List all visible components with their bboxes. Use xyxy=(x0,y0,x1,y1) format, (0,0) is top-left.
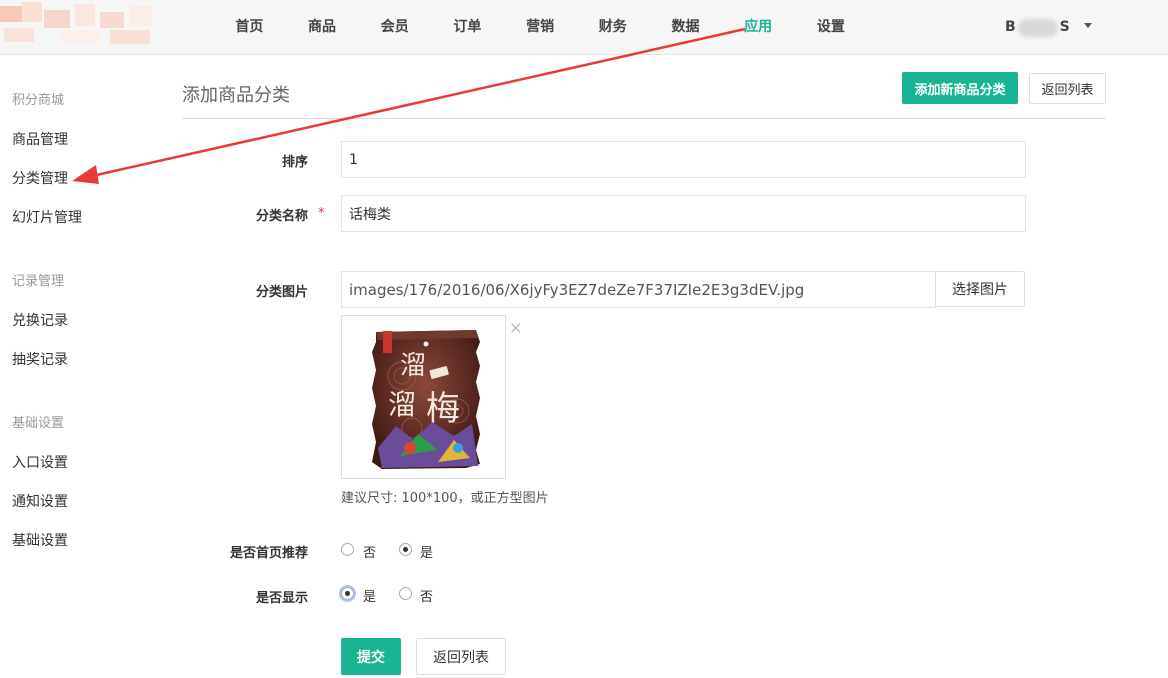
sidebar-group-title-points-mall: 积分商城 xyxy=(12,93,65,108)
back-to-list-bottom-button[interactable]: 返回列表 xyxy=(416,638,506,675)
package-char-1: 溜 xyxy=(400,351,426,381)
sidebar-item-exchange-records[interactable]: 兑换记录 xyxy=(12,310,68,330)
sidebar-item-goods-manage[interactable]: 商品管理 xyxy=(12,129,68,149)
nav-orders[interactable]: 订单 xyxy=(431,0,504,55)
sidebar-group-title-records: 记录管理 xyxy=(12,274,65,289)
homepage-recommend-label: 是否首页推荐 xyxy=(229,546,308,561)
order-input[interactable]: 1 xyxy=(341,141,1026,178)
category-name-input[interactable]: 话梅类 xyxy=(341,195,1026,232)
nav-home[interactable]: 首页 xyxy=(213,0,286,55)
product-package-image: 溜 溜 梅 xyxy=(372,330,480,469)
top-navbar: 首页 商品 会员 订单 营销 财务 数据 应用 设置 B S xyxy=(0,0,1168,55)
nav-apps[interactable]: 应用 xyxy=(722,0,795,55)
submit-button[interactable]: 提交 xyxy=(341,638,401,675)
nav-members[interactable]: 会员 xyxy=(358,0,431,55)
nav-data[interactable]: 数据 xyxy=(649,0,722,55)
image-size-hint: 建议尺寸: 100*100，或正方型图片 xyxy=(341,491,549,506)
package-char-2: 溜 xyxy=(388,388,416,421)
image-path-input[interactable]: images/176/2016/06/X6jyFy3EZ7deZe7F37IZI… xyxy=(341,271,936,308)
required-asterisk: * xyxy=(318,206,325,221)
sidebar-item-slides-manage[interactable]: 幻灯片管理 xyxy=(12,207,82,227)
nav-goods[interactable]: 商品 xyxy=(286,0,359,55)
caret-down-icon xyxy=(1083,23,1092,28)
recommend-no-label[interactable]: 否 xyxy=(363,542,376,561)
page-title: 添加商品分类 xyxy=(182,85,290,106)
blurred-logo xyxy=(0,2,160,46)
display-yes-radio[interactable] xyxy=(341,587,354,600)
image-preview: 溜 溜 梅 xyxy=(341,315,506,479)
nav-finance[interactable]: 财务 xyxy=(576,0,649,55)
user-menu[interactable]: B S xyxy=(1005,0,1092,55)
nav-settings[interactable]: 设置 xyxy=(795,0,868,55)
user-name-suffix: S xyxy=(1059,19,1070,35)
category-name-label: 分类名称 xyxy=(255,209,308,224)
sidebar-item-basic-settings[interactable]: 基础设置 xyxy=(12,530,68,550)
nav-marketing[interactable]: 营销 xyxy=(504,0,577,55)
user-name-blur xyxy=(1017,18,1058,37)
sidebar-group-title-basic: 基础设置 xyxy=(12,416,65,431)
display-label: 是否显示 xyxy=(255,591,308,606)
user-name-prefix: B xyxy=(1005,19,1016,35)
main-nav: 首页 商品 会员 订单 营销 财务 数据 应用 设置 xyxy=(213,0,867,55)
display-no-radio[interactable] xyxy=(399,587,412,600)
remove-image-icon[interactable]: × xyxy=(509,318,522,337)
display-no-label[interactable]: 否 xyxy=(420,586,433,605)
recommend-yes-label[interactable]: 是 xyxy=(420,542,433,561)
sidebar-item-entry-settings[interactable]: 入口设置 xyxy=(12,452,68,472)
category-image-label: 分类图片 xyxy=(255,285,308,300)
header-divider xyxy=(182,118,1106,119)
recommend-no-radio[interactable] xyxy=(341,543,354,556)
sidebar-item-notify-settings[interactable]: 通知设置 xyxy=(12,491,68,511)
back-to-list-top-button[interactable]: 返回列表 xyxy=(1029,73,1106,104)
add-category-button[interactable]: 添加新商品分类 xyxy=(902,72,1018,104)
display-yes-label[interactable]: 是 xyxy=(363,586,376,605)
recommend-yes-radio[interactable] xyxy=(399,543,412,556)
choose-image-button[interactable]: 选择图片 xyxy=(935,271,1025,307)
sidebar-item-category-manage[interactable]: 分类管理 xyxy=(12,168,68,188)
order-label: 排序 xyxy=(281,155,308,170)
sidebar-item-lottery-records[interactable]: 抽奖记录 xyxy=(12,349,68,369)
